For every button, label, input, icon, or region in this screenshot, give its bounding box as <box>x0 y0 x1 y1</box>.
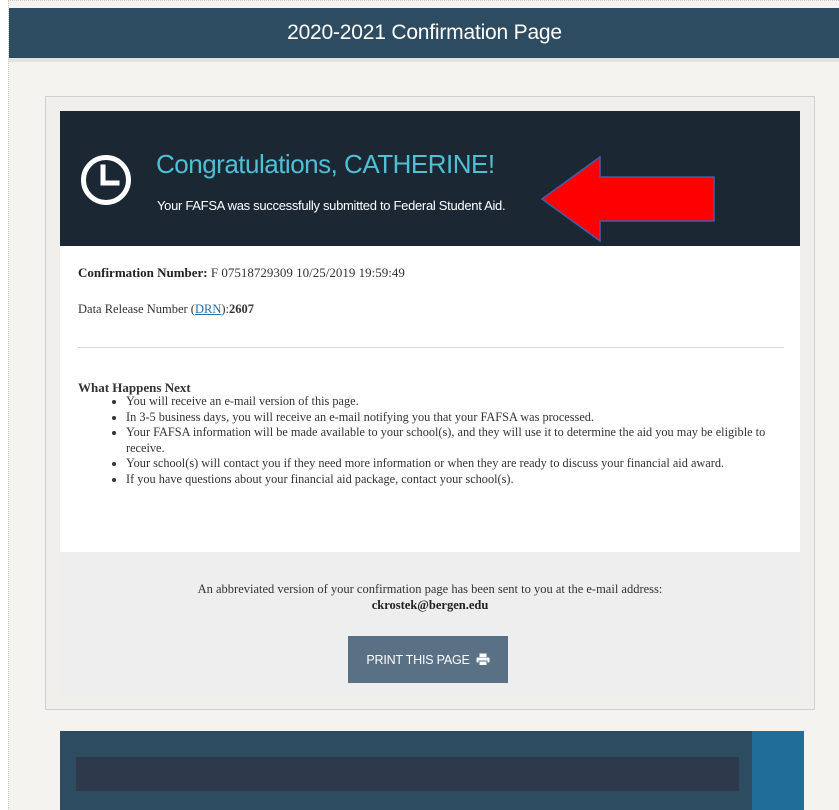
next-section-panel <box>60 731 804 810</box>
confirmation-panel: Congratulations, CATHERINE! Your FAFSA w… <box>60 111 800 695</box>
next-section-bar <box>76 757 739 791</box>
section-divider <box>78 347 784 348</box>
list-item: Your school(s) will contact you if they … <box>126 456 798 472</box>
clock-icon <box>81 155 131 205</box>
list-item: Your FAFSA information will be made avai… <box>126 425 798 456</box>
congratulations-banner: Congratulations, CATHERINE! Your FAFSA w… <box>60 111 800 246</box>
print-button-label: PRINT THIS PAGE <box>366 652 470 667</box>
page-title: 2020-2021 Confirmation Page <box>287 21 562 44</box>
submission-message: Your FAFSA was successfully submitted to… <box>157 198 506 213</box>
confirmation-number: Confirmation Number: F 07518729309 10/25… <box>78 265 405 281</box>
drn-value: 2607 <box>229 302 255 316</box>
email-address: ckrostek@bergen.edu <box>371 598 489 612</box>
header-stripe <box>9 58 839 62</box>
list-item: If you have questions about your financi… <box>126 472 798 488</box>
drn-prefix: Data Release Number ( <box>78 302 195 316</box>
confirmation-card: Congratulations, CATHERINE! Your FAFSA w… <box>45 96 815 710</box>
drn-link[interactable]: DRN <box>195 302 221 316</box>
confirmation-number-label: Confirmation Number: <box>78 265 208 280</box>
page-frame: 2020-2021 Confirmation Page Congratulati… <box>8 0 839 810</box>
email-notice-section: An abbreviated version of your confirmat… <box>60 552 800 695</box>
next-steps-list: You will receive an e-mail version of th… <box>78 394 798 487</box>
next-section-accent <box>752 731 804 810</box>
email-notice: An abbreviated version of your confirmat… <box>60 581 800 613</box>
printer-icon <box>476 653 490 666</box>
print-page-button[interactable]: PRINT THIS PAGE <box>348 636 508 683</box>
email-notice-text: An abbreviated version of your confirmat… <box>197 582 663 596</box>
congratulations-title: Congratulations, CATHERINE! <box>156 149 495 179</box>
confirmation-number-value: F 07518729309 10/25/2019 19:59:49 <box>210 265 405 280</box>
red-arrow-annotation <box>540 155 715 243</box>
drn-suffix: ): <box>221 302 230 316</box>
page-header: 2020-2021 Confirmation Page <box>9 8 839 58</box>
data-release-number: Data Release Number (DRN):2607 <box>78 302 254 317</box>
list-item: In 3-5 business days, you will receive a… <box>126 410 798 426</box>
list-item: You will receive an e-mail version of th… <box>126 394 798 410</box>
